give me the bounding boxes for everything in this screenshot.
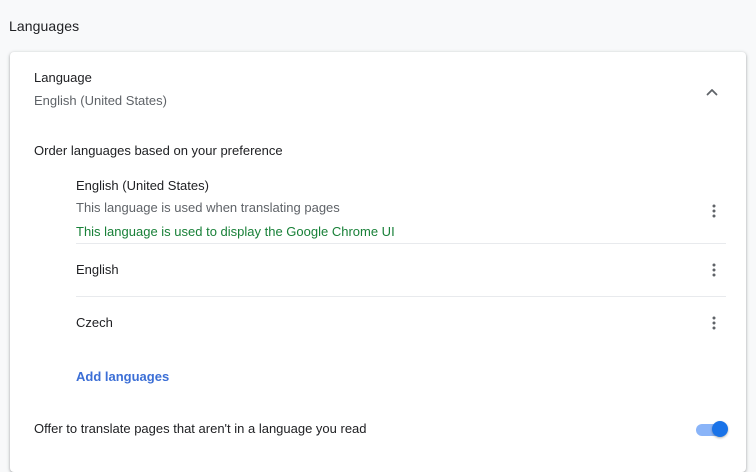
language-label: Language [34, 70, 92, 85]
translate-offer-label: Offer to translate pages that aren't in … [34, 421, 367, 436]
chevron-up-icon [706, 89, 718, 96]
ui-language-note: This language is used to display the Goo… [76, 224, 395, 239]
order-languages-label: Order languages based on your preference [34, 143, 283, 158]
language-header[interactable]: Language English (United States) [34, 70, 167, 109]
language-name: English [76, 262, 119, 277]
collapse-button[interactable] [696, 76, 728, 108]
translate-offer-row: Offer to translate pages that aren't in … [34, 421, 730, 441]
add-languages-button[interactable]: Add languages [76, 369, 169, 384]
language-item: English (United States) This language is… [76, 176, 726, 244]
languages-card: Language English (United States) Order l… [10, 52, 746, 472]
language-item: Czech [76, 297, 726, 350]
language-name: English (United States) [76, 178, 209, 193]
language-item: English [76, 244, 726, 297]
more-vert-icon [712, 263, 716, 277]
translation-note: This language is used when translating p… [76, 200, 340, 215]
section-title: Languages [9, 18, 80, 34]
more-vert-icon [712, 316, 716, 330]
language-list: English (United States) This language is… [76, 176, 726, 350]
more-options-button[interactable] [702, 199, 726, 223]
more-options-button[interactable] [702, 311, 726, 335]
current-language: English (United States) [34, 93, 167, 108]
toggle-knob [712, 421, 728, 437]
translate-toggle[interactable] [694, 419, 730, 439]
more-options-button[interactable] [702, 258, 726, 282]
language-name: Czech [76, 315, 113, 330]
more-vert-icon [712, 204, 716, 218]
